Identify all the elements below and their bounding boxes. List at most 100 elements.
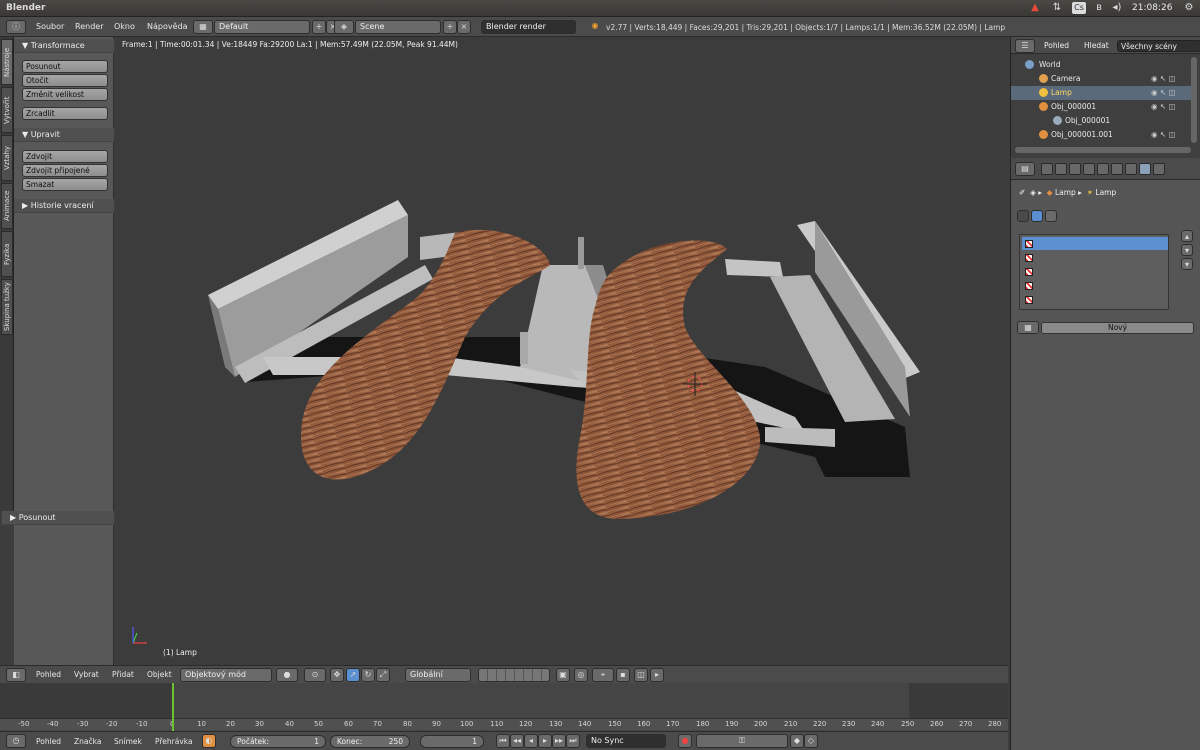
- bluetooth-icon[interactable]: ʙ: [1092, 2, 1106, 14]
- insert-keyframe-icon[interactable]: ◆: [790, 734, 804, 748]
- visibility-eye-icon[interactable]: ◉ ↖ ◫: [1151, 72, 1176, 86]
- play-icon[interactable]: ▸: [538, 734, 552, 748]
- texture-context-tab-icon[interactable]: [1153, 163, 1165, 175]
- snap-toggle-icon[interactable]: ⌖: [592, 668, 614, 682]
- record-icon[interactable]: ●: [678, 734, 692, 748]
- transform-orientation-select[interactable]: Globální: [405, 668, 471, 682]
- menu-frame[interactable]: Snímek: [114, 737, 142, 746]
- lock-camera-icon[interactable]: ▣: [556, 668, 570, 682]
- 3d-view-editor-icon[interactable]: ◧: [6, 668, 26, 682]
- opengl-render-icon[interactable]: ◫: [634, 668, 648, 682]
- scene-field[interactable]: Scene: [355, 20, 441, 34]
- world-texture-icon[interactable]: [1017, 210, 1029, 222]
- jump-end-icon[interactable]: ⏭: [566, 734, 580, 748]
- slot-up-icon[interactable]: ▴: [1181, 230, 1193, 242]
- start-frame-field[interactable]: Počátek: 1: [230, 735, 326, 748]
- render-engine-select[interactable]: Blender render: [481, 20, 576, 34]
- menu-marker[interactable]: Značka: [74, 737, 101, 746]
- sync-mode-select[interactable]: No Sync: [586, 734, 666, 748]
- snap-element-icon[interactable]: ▪: [616, 668, 630, 682]
- duplicate-linked-button[interactable]: Zdvojit připojené: [22, 164, 108, 177]
- constraints-tab-icon[interactable]: [1111, 163, 1123, 175]
- menu-select[interactable]: Vybrat: [74, 670, 99, 679]
- tab-relations[interactable]: Vztahy: [1, 135, 13, 181]
- operator-panel-header[interactable]: ▶ Posunout: [2, 511, 114, 525]
- visibility-eye-icon[interactable]: ◉ ↖ ◫: [1151, 86, 1176, 100]
- outliner-item-world[interactable]: World: [1011, 58, 1191, 72]
- visibility-eye-icon[interactable]: ◉ ↖ ◫: [1151, 128, 1176, 142]
- outliner-v-scrollbar[interactable]: [1191, 57, 1197, 143]
- next-keyframe-icon[interactable]: ▸▸: [552, 734, 566, 748]
- keyboard-layout-icon[interactable]: Cs: [1072, 2, 1086, 14]
- jump-start-icon[interactable]: ⏮: [496, 734, 510, 748]
- screen-layout-icon[interactable]: ▦: [193, 20, 213, 34]
- texture-slot[interactable]: [1022, 265, 1168, 278]
- interaction-mode-select[interactable]: Objektový mód: [180, 668, 272, 682]
- end-frame-field[interactable]: Konec: 250: [330, 735, 410, 748]
- scale-button[interactable]: Změnit velikost: [22, 88, 108, 101]
- lamp-data-tab-icon[interactable]: [1125, 163, 1137, 175]
- system-clock[interactable]: 21:08:26: [1132, 3, 1172, 13]
- pivot-point-icon[interactable]: ⊙: [304, 668, 326, 682]
- outliner-item-mesh[interactable]: Obj_000001: [1011, 114, 1191, 128]
- tab-create[interactable]: Vytvořit: [1, 87, 13, 133]
- rotate-manipulator-icon[interactable]: ↻: [361, 668, 375, 682]
- other-texture-icon[interactable]: [1045, 210, 1057, 222]
- delete-keyframe-icon[interactable]: ◇: [804, 734, 818, 748]
- slot-down-icon[interactable]: ▾: [1181, 244, 1193, 256]
- 3d-viewport[interactable]: Frame:1 | Time:00:01.34 | Ve:18449 Fa:29…: [115, 37, 1008, 665]
- texture-tab-icon[interactable]: [1139, 163, 1151, 175]
- menu-napoveda[interactable]: Nápověda: [147, 22, 188, 31]
- texture-browse-icon[interactable]: ▦: [1017, 321, 1039, 334]
- delete-button[interactable]: Smazat: [22, 178, 108, 191]
- world-tab-icon[interactable]: [1083, 163, 1095, 175]
- menu-add[interactable]: Přidat: [112, 670, 134, 679]
- texture-slot[interactable]: [1022, 237, 1168, 250]
- panel-transform-header[interactable]: ▼ Transformace: [14, 39, 114, 53]
- properties-editor-icon[interactable]: ▤: [1015, 162, 1035, 176]
- rotate-button[interactable]: Otočit: [22, 74, 108, 87]
- outliner-tab-view[interactable]: Pohled: [1041, 40, 1072, 52]
- frame-ruler[interactable]: -50 -40 -30 -20 -10 0 10 20 30 40 50 60 …: [0, 718, 1008, 730]
- new-texture-button[interactable]: Nový: [1041, 322, 1194, 334]
- timeline-editor[interactable]: -50 -40 -30 -20 -10 0 10 20 30 40 50 60 …: [0, 683, 1008, 731]
- viewport-shading-icon[interactable]: ●: [276, 668, 298, 682]
- menu-playback[interactable]: Přehrávka: [155, 737, 193, 746]
- timeline-strip[interactable]: [0, 683, 1008, 718]
- mirror-button[interactable]: Zrcadlit: [22, 107, 108, 120]
- opengl-anim-icon[interactable]: ▸: [650, 668, 664, 682]
- object-tab-icon[interactable]: [1097, 163, 1109, 175]
- current-frame-cursor[interactable]: [172, 683, 174, 731]
- pin-icon[interactable]: ✐: [1019, 188, 1025, 197]
- preview-range-icon[interactable]: ◐: [202, 734, 216, 748]
- warning-icon[interactable]: ▲: [1028, 2, 1042, 14]
- texture-slot[interactable]: [1022, 279, 1168, 292]
- add-scene-icon[interactable]: +: [443, 20, 457, 34]
- proportional-edit-icon[interactable]: ◎: [574, 668, 588, 682]
- scale-manipulator-icon[interactable]: ⤢: [376, 668, 390, 682]
- menu-view[interactable]: Pohled: [36, 670, 61, 679]
- slot-menu-icon[interactable]: ▾: [1181, 258, 1193, 270]
- current-frame-field[interactable]: 1: [420, 735, 484, 748]
- editor-type-icon[interactable]: ⓘ: [6, 20, 26, 34]
- panel-edit-header[interactable]: ▼ Upravit: [14, 128, 114, 142]
- add-layout-icon[interactable]: +: [312, 20, 326, 34]
- outliner-item-obj[interactable]: Obj_000001 ◉ ↖ ◫: [1011, 100, 1191, 114]
- duplicate-button[interactable]: Zdvojit: [22, 150, 108, 163]
- tab-physics[interactable]: Fyzika: [1, 231, 13, 277]
- tab-animation[interactable]: Animace: [1, 183, 13, 229]
- tab-grease-pencil[interactable]: Skupina tužky: [1, 279, 13, 335]
- menu-timeline-view[interactable]: Pohled: [36, 737, 61, 746]
- texture-slot[interactable]: [1022, 293, 1168, 306]
- outliner-item-obj-001[interactable]: Obj_000001.001 ◉ ↖ ◫: [1011, 128, 1191, 142]
- outliner-item-camera[interactable]: Camera ◉ ↖ ◫: [1011, 72, 1191, 86]
- render-tab-icon[interactable]: [1041, 163, 1053, 175]
- timeline-editor-icon[interactable]: ◷: [6, 734, 26, 748]
- manipulator-toggle-icon[interactable]: ✥: [330, 668, 344, 682]
- render-layers-tab-icon[interactable]: [1055, 163, 1067, 175]
- menu-object[interactable]: Objekt: [147, 670, 172, 679]
- keying-set-field[interactable]: ⚿: [696, 734, 788, 748]
- outliner-tab-search[interactable]: Hledat: [1081, 40, 1112, 52]
- volume-icon[interactable]: ◂): [1110, 2, 1124, 14]
- menu-soubor[interactable]: Soubor: [36, 22, 64, 31]
